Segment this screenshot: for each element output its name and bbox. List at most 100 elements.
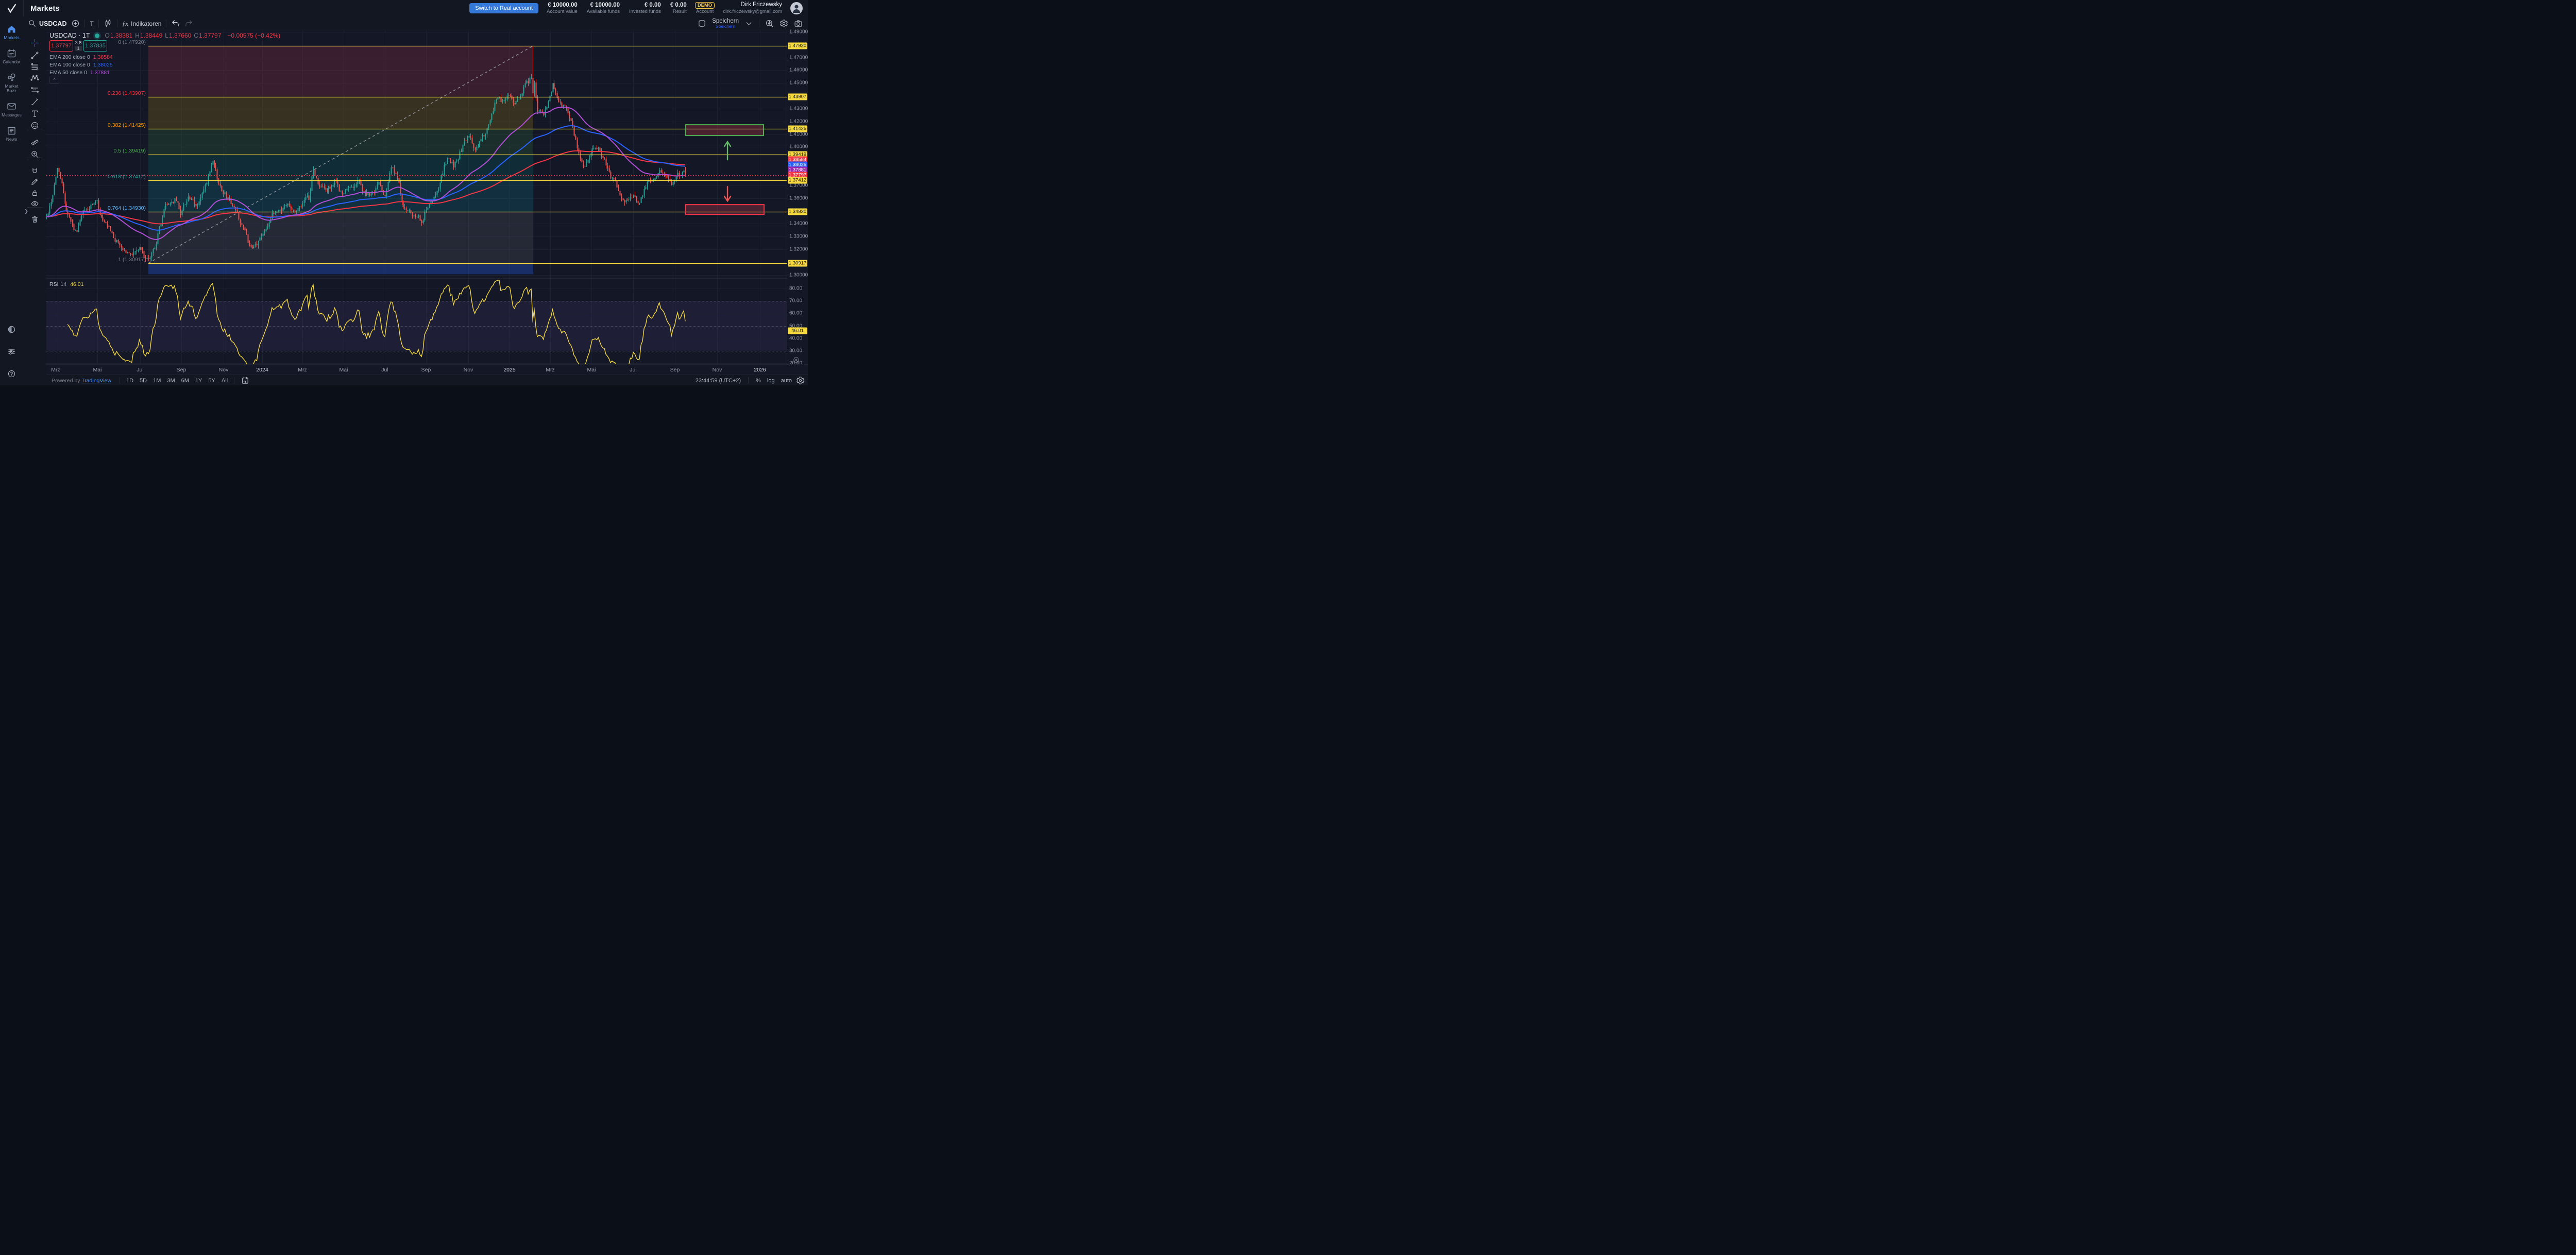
time-tick: Mrz [298, 367, 307, 373]
rsi-tick: 30.00 [789, 348, 802, 353]
time-tick: Mai [587, 367, 596, 373]
checkmark-logo-icon [6, 3, 18, 14]
demo-badge: DEMO [695, 2, 715, 9]
price-tick: 1.42000 [789, 118, 808, 124]
tool-emoji[interactable] [29, 120, 41, 131]
layout-panel-icon[interactable] [698, 19, 706, 28]
tool-xabcd-pattern[interactable] [29, 72, 41, 84]
tool-trash[interactable] [29, 213, 41, 225]
range-button-1Y[interactable]: 1Y [192, 377, 205, 384]
symbol-name: USDCAD [39, 20, 66, 27]
stat-value: € 10000.00 [590, 2, 620, 9]
time-tick: Mai [93, 367, 102, 373]
goto-date-icon[interactable] [238, 376, 252, 385]
ema-50-legend[interactable]: EMA 50 close 01.37881 [49, 70, 110, 76]
time-tick: Jul [630, 367, 636, 373]
range-button-1M[interactable]: 1M [150, 377, 164, 384]
time-tick: Nov [464, 367, 473, 373]
contrast-icon[interactable] [7, 325, 16, 334]
time-axis[interactable]: MrzMaiJulSepNov2024MrzMaiJulSepNov2025Mr… [46, 364, 808, 375]
range-button-5D[interactable]: 5D [137, 377, 150, 384]
panel-expand-arrow[interactable]: ❯ [23, 206, 30, 217]
add-symbol-icon[interactable] [71, 19, 80, 28]
fib-label-1: 1 (1.30917) [46, 257, 146, 263]
stat-label: Result [673, 9, 687, 15]
chart-type-candles-icon[interactable] [104, 19, 112, 28]
clock[interactable]: 23:44:59 (UTC+2) [696, 378, 741, 384]
tool-trend-line[interactable] [29, 49, 41, 61]
range-button-3M[interactable]: 3M [164, 377, 178, 384]
quantity-value[interactable]: 1 [75, 46, 82, 51]
interval-button[interactable]: T [90, 20, 93, 27]
range-button-5Y[interactable]: 5Y [205, 377, 218, 384]
tool-zoom-in[interactable] [29, 148, 41, 160]
time-tick: Sep [177, 367, 187, 373]
app-sidebar: Markets Calendar Market Buzz Messages News [0, 16, 24, 385]
tradingview-link[interactable]: TradingView [81, 378, 111, 384]
symbol-search-button[interactable]: USDCAD [28, 19, 66, 28]
sidebar-item-calendar[interactable]: Calendar [0, 48, 23, 65]
axis-settings-gear-icon[interactable] [796, 376, 805, 385]
price-tick: 1.40000 [789, 144, 808, 150]
price-tick: 1.32000 [789, 247, 808, 252]
sidebar-item-market-buzz[interactable]: Market Buzz [0, 72, 23, 94]
save-button[interactable]: Speichern Speichern [712, 18, 739, 29]
price-tick: 1.49000 [789, 29, 808, 35]
sliders-icon[interactable] [7, 347, 16, 356]
sidebar-item-news[interactable]: News [0, 125, 23, 142]
news-icon [6, 125, 17, 136]
ema-200-legend[interactable]: EMA 200 close 01.38584 [49, 54, 113, 60]
tool-eye-hide[interactable] [29, 198, 41, 210]
range-button-1D[interactable]: 1D [123, 377, 137, 384]
price-badge-1.43907: 1.43907 [788, 94, 807, 100]
undo-icon[interactable] [171, 19, 180, 28]
user-name: Dirk Friczewsky [741, 1, 783, 9]
price-axis[interactable]: 1.490001.470001.460001.450001.430001.420… [787, 30, 808, 364]
tool-crosshair[interactable] [29, 37, 41, 49]
price-tick: 1.46000 [789, 67, 808, 73]
person-icon [790, 2, 803, 14]
tool-brush[interactable] [29, 96, 41, 108]
gear-icon[interactable] [779, 19, 788, 28]
redo-icon[interactable] [184, 19, 193, 28]
user-info[interactable]: Dirk Friczewsky dirk.friczewsky@gmail.co… [723, 1, 782, 15]
scale-button-auto[interactable]: auto [781, 378, 792, 384]
rsi-tick: 80.00 [789, 286, 802, 292]
help-icon[interactable] [7, 369, 16, 378]
time-tick: Mrz [51, 367, 60, 373]
tool-draw[interactable] [29, 176, 41, 188]
avatar[interactable] [790, 2, 803, 14]
sidebar-item-label: Messages [2, 113, 22, 118]
legend-collapse-button[interactable]: ^ [49, 76, 59, 84]
range-button-6M[interactable]: 6M [178, 377, 192, 384]
demo-account-label: Account [696, 9, 714, 14]
quick-search-icon[interactable] [765, 19, 774, 28]
sidebar-item-messages[interactable]: Messages [0, 101, 23, 118]
scale-button-%[interactable]: % [756, 378, 761, 384]
camera-icon[interactable] [794, 19, 803, 28]
legend-symbol[interactable]: USDCAD · 1T [49, 32, 90, 39]
account-stat: € 0.00Result [670, 2, 687, 15]
price-chart-canvas[interactable] [46, 30, 787, 364]
tool-ruler[interactable] [29, 137, 41, 148]
stat-value: € 10000.00 [548, 2, 578, 9]
chevron-down-icon[interactable] [744, 19, 753, 28]
user-email: dirk.friczewsky@gmail.com [723, 9, 782, 15]
app-logo[interactable] [0, 0, 24, 16]
tool-parallel-channel[interactable] [29, 84, 41, 96]
ema-100-legend[interactable]: EMA 100 close 01.38025 [49, 62, 113, 68]
tool-text[interactable] [29, 108, 41, 120]
tool-fib-retracement[interactable] [29, 61, 41, 73]
range-button-All[interactable]: All [218, 377, 231, 384]
sidebar-item-markets[interactable]: Markets [0, 24, 23, 41]
sidebar-item-label: Calendar [3, 60, 21, 65]
price-tick: 1.43000 [789, 106, 808, 111]
pane-settings-icon[interactable] [792, 356, 800, 364]
markets-icon [6, 24, 17, 35]
switch-to-real-account-button[interactable]: Switch to Real account [469, 3, 538, 13]
indicators-button[interactable]: ƒx Indikatoren [122, 20, 162, 28]
scale-button-log[interactable]: log [767, 378, 775, 384]
tool-lock[interactable] [29, 187, 41, 199]
account-stat: € 0.00Invested funds [629, 2, 661, 15]
market-status-dot[interactable] [95, 33, 99, 38]
